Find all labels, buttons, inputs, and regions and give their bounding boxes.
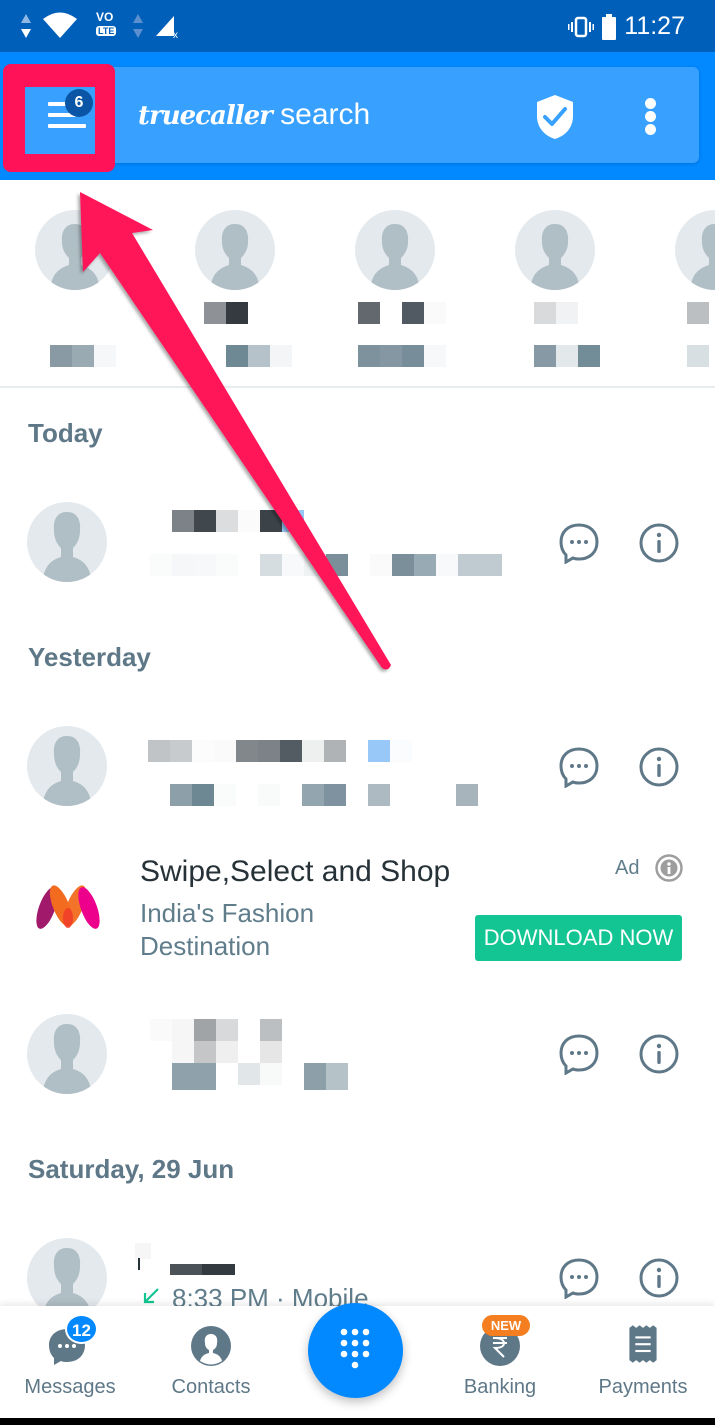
caller-name-redacted <box>148 740 412 762</box>
dialpad-button[interactable] <box>308 1303 403 1398</box>
call-detail-redacted <box>170 784 478 806</box>
adchoices-icon[interactable] <box>655 854 683 882</box>
contact-name-redacted <box>687 302 709 324</box>
more-vert-icon[interactable] <box>640 98 660 138</box>
avatar <box>35 210 115 290</box>
info-button[interactable] <box>638 1033 680 1075</box>
ad-label: Ad <box>615 857 640 879</box>
contact-number-redacted <box>687 345 709 367</box>
message-bubble-icon <box>559 1034 599 1076</box>
frequent-contacts <box>0 180 715 388</box>
info-button[interactable] <box>638 1257 680 1299</box>
clock: 11:27 <box>624 12 685 40</box>
ad-title: Swipe,Select and Shop <box>140 855 451 888</box>
vibrate-icon <box>568 16 595 37</box>
contact-number-redacted <box>358 345 446 367</box>
contact-number-redacted <box>534 345 600 367</box>
tab-label: Messages <box>24 1376 116 1398</box>
signal-no-service-icon: x <box>156 16 178 40</box>
incoming-call-icon <box>143 1288 159 1304</box>
info-icon <box>639 1034 679 1074</box>
avatar <box>195 210 275 290</box>
caller-name-redacted <box>172 510 304 532</box>
tab-label: Banking <box>463 1376 537 1398</box>
avatar <box>515 210 595 290</box>
menu-badge: 6 <box>65 89 93 117</box>
tab-label: Contacts <box>171 1376 251 1398</box>
message-bubble-icon <box>559 1258 599 1300</box>
truecaller-logo: truecaller <box>138 101 273 131</box>
svg-text:x: x <box>173 30 178 40</box>
contact-name-redacted <box>50 345 116 367</box>
call-log-item[interactable] <box>0 477 715 587</box>
avatar <box>27 1014 107 1094</box>
avatar <box>27 502 107 582</box>
message-button[interactable] <box>558 522 600 565</box>
tab-payments[interactable]: Payments <box>573 1306 713 1418</box>
info-button[interactable] <box>638 522 680 564</box>
info-icon <box>639 747 679 787</box>
data-arrows-icon <box>21 14 31 38</box>
tab-banking[interactable]: NEW Banking <box>430 1306 570 1418</box>
message-button[interactable] <box>558 746 600 789</box>
frequent-contact[interactable] <box>355 210 446 367</box>
info-icon <box>639 1258 679 1298</box>
frequent-contact[interactable] <box>195 210 292 367</box>
myntra-logo-icon <box>36 885 100 929</box>
call-log-item[interactable] <box>0 989 715 1099</box>
contact-name-redacted <box>358 302 446 324</box>
section-header-yesterday: Yesterday <box>28 642 151 672</box>
status-bar: VO LTE x 11:27 <box>0 0 715 52</box>
info-button[interactable] <box>638 746 680 788</box>
caller-name-redacted <box>150 1019 290 1091</box>
avatar <box>355 210 435 290</box>
dialpad-icon <box>340 1328 370 1369</box>
ad-subtitle: India's Fashion Destination <box>140 898 315 961</box>
sponsored-ad[interactable]: Swipe,Select and Shop India's Fashion De… <box>0 840 715 975</box>
call-detail-redacted <box>150 554 502 576</box>
call-detail-redacted <box>304 1063 348 1090</box>
message-bubble-icon <box>559 523 599 565</box>
contact-name-redacted <box>204 302 248 324</box>
frequent-contact[interactable] <box>515 210 600 367</box>
message-button[interactable] <box>558 1257 600 1300</box>
message-bubble-icon <box>559 747 599 789</box>
volte-lte-icon: VO LTE <box>96 10 117 36</box>
message-button[interactable] <box>558 1033 600 1076</box>
avatar <box>27 726 107 806</box>
new-badge: NEW <box>482 1315 530 1336</box>
caller-name-redacted <box>135 1243 245 1279</box>
call-log-item[interactable] <box>0 701 715 811</box>
frequent-contact[interactable] <box>35 210 117 367</box>
battery-icon <box>602 13 617 40</box>
data-arrows-icon <box>133 14 143 38</box>
frequent-contact[interactable] <box>675 210 715 367</box>
section-header-today: Today <box>28 418 103 448</box>
contact-icon <box>191 1326 231 1366</box>
messages-badge: 12 <box>65 1314 98 1344</box>
contact-number-redacted <box>226 345 292 367</box>
section-header-saturday: Saturday, 29 Jun <box>28 1154 235 1184</box>
shield-check-icon[interactable] <box>536 94 574 140</box>
tab-label: Payments <box>598 1376 688 1398</box>
system-nav-bar <box>0 1418 715 1425</box>
info-icon <box>639 523 679 563</box>
tab-messages[interactable]: 12 Messages <box>0 1306 140 1418</box>
receipt-icon <box>629 1325 657 1363</box>
wifi-icon <box>43 12 77 38</box>
download-now-button[interactable]: DOWNLOAD NOW <box>475 915 682 961</box>
contact-name-redacted <box>534 302 578 324</box>
avatar <box>675 210 715 290</box>
search-placeholder[interactable]: truecaller search <box>138 98 370 132</box>
tab-contacts[interactable]: Contacts <box>141 1306 281 1418</box>
